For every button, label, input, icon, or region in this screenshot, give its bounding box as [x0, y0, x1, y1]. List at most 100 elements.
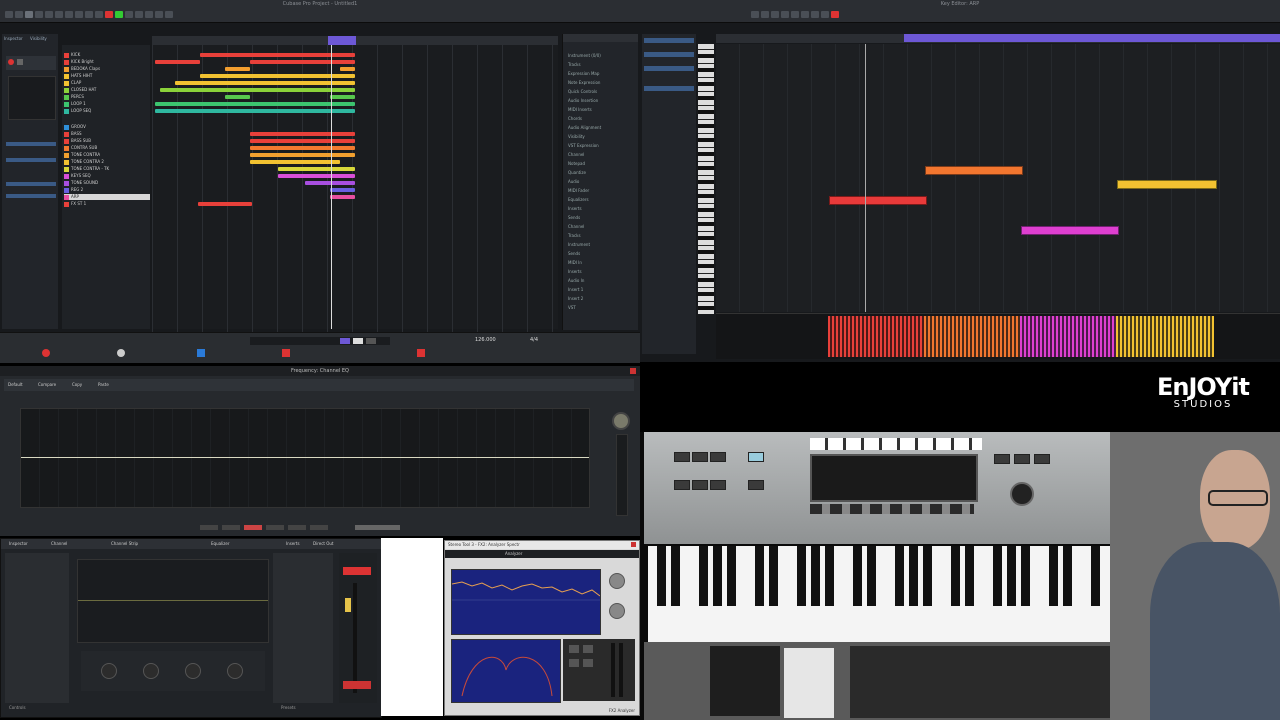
track-14[interactable]: TONE CONTRA [64, 152, 150, 158]
audio-event[interactable] [225, 67, 250, 71]
analyzer-button[interactable] [583, 659, 593, 667]
mute-tool-button[interactable] [85, 11, 93, 18]
undo-button[interactable] [5, 11, 13, 18]
audio-event[interactable] [305, 181, 355, 185]
inserts-column[interactable] [273, 553, 333, 703]
note-grid[interactable] [716, 44, 1280, 312]
track-18[interactable]: TONE SOUND [64, 180, 150, 186]
stereo-scope-display[interactable] [451, 639, 561, 703]
strip-eq-bands[interactable] [81, 651, 265, 691]
velocity-lane[interactable] [716, 313, 1280, 359]
track-9[interactable]: LOOP SEQ [64, 108, 150, 114]
loop-range[interactable] [328, 36, 356, 45]
inspector-item[interactable]: Tracks [568, 232, 581, 239]
record-button[interactable] [831, 11, 839, 18]
redo-button[interactable] [15, 11, 23, 18]
inspector-item[interactable]: Audio [568, 178, 579, 185]
inspector-section-4[interactable] [6, 194, 56, 198]
audio-event[interactable] [155, 60, 200, 64]
audio-event[interactable] [250, 146, 355, 150]
key-editor-playhead[interactable] [865, 44, 866, 312]
key-editor-ruler[interactable] [716, 34, 1280, 43]
close-icon[interactable] [630, 368, 636, 374]
inspector-item[interactable]: Insert 1 [568, 286, 583, 293]
inspector-item[interactable]: VST Expression [568, 142, 599, 149]
analyzer-button[interactable] [583, 645, 593, 653]
signature-display[interactable]: 4/4 [530, 337, 538, 343]
inspector-section-1[interactable] [6, 142, 56, 146]
zoom-tool-button[interactable] [781, 11, 789, 18]
inspector-item[interactable]: Sends [568, 214, 580, 221]
note-ARP-3[interactable] [1021, 226, 1119, 235]
inspector-item[interactable]: Equalizers [568, 196, 589, 203]
band-knob[interactable] [143, 663, 159, 679]
band-knob[interactable] [227, 663, 243, 679]
track-2[interactable]: KICK Bright [64, 59, 150, 65]
track-10[interactable]: GROOV [64, 124, 150, 130]
app-icon[interactable] [417, 349, 425, 357]
track-16[interactable]: TONE CONTRA - TK [64, 166, 150, 172]
mute-tool-button[interactable] [791, 11, 799, 18]
stop-transport-button[interactable] [366, 338, 376, 344]
analyzer-button[interactable] [569, 659, 579, 667]
audio-event[interactable] [155, 109, 355, 113]
velocity-bars-orange[interactable] [924, 316, 1020, 357]
length-button[interactable] [811, 11, 819, 18]
grid-type-button[interactable] [155, 11, 163, 18]
audio-event[interactable] [278, 174, 355, 178]
mute-channel-icon[interactable] [343, 681, 371, 689]
inspector-item[interactable]: Instrument [568, 241, 590, 248]
inspector-item[interactable]: Instrument (0/0) [568, 52, 601, 59]
audio-event[interactable] [278, 167, 355, 171]
note-ARP-1[interactable] [829, 196, 927, 205]
audio-event[interactable] [250, 153, 355, 157]
eq-paste-tab[interactable]: Paste [98, 382, 109, 387]
loop-range[interactable] [904, 34, 1280, 42]
select-tool-button[interactable] [751, 11, 759, 18]
analyzer-knob-1[interactable] [609, 573, 625, 589]
inspector-item[interactable]: MIDI Inserts [568, 106, 592, 113]
eq-band-1-button[interactable] [200, 525, 218, 530]
track-11[interactable]: BASS [64, 131, 150, 137]
app-icon[interactable] [42, 349, 50, 357]
eq-compare-tab[interactable]: Compare [38, 382, 56, 387]
playhead-line[interactable] [331, 45, 332, 329]
inspector-item[interactable]: Expression Map [568, 70, 599, 77]
audio-event[interactable] [340, 67, 355, 71]
audio-event[interactable] [330, 188, 355, 192]
inspector-section[interactable] [644, 52, 694, 57]
track-17[interactable]: KEYS SEQ [64, 173, 150, 179]
select-tool-button[interactable] [25, 11, 33, 18]
analyzer-button[interactable] [569, 645, 579, 653]
eq-curve-display[interactable] [20, 408, 590, 508]
inspector-item[interactable]: Audio In [568, 277, 584, 284]
inspector-item[interactable]: VST [568, 304, 576, 311]
stop-button[interactable] [125, 11, 133, 18]
audio-event[interactable] [198, 202, 252, 206]
inspector-item[interactable]: Quick Controls [568, 88, 597, 95]
audio-event[interactable] [155, 102, 355, 106]
visibility-tab[interactable]: Visibility [30, 36, 47, 41]
inspector-section[interactable] [644, 66, 694, 71]
inspector-item[interactable]: Sends [568, 250, 580, 257]
track-7[interactable]: PERCS [64, 94, 150, 100]
track-1[interactable]: KICK [64, 52, 150, 58]
quantize-button[interactable] [801, 11, 809, 18]
draw-tool-button[interactable] [95, 11, 103, 18]
audio-event[interactable] [330, 95, 355, 99]
inspector-item[interactable]: Chords [568, 115, 582, 122]
fader-handle[interactable] [345, 598, 351, 612]
audio-event[interactable] [330, 195, 355, 199]
cycle-button[interactable] [340, 338, 350, 344]
channel-settings-column[interactable] [5, 553, 69, 703]
inspector-item[interactable]: Visibility [568, 133, 585, 140]
inspector-item[interactable]: Audio Insertion [568, 97, 598, 104]
inspector-section[interactable] [644, 38, 694, 43]
track-4[interactable]: HATS HIHT [64, 73, 150, 79]
analyzer-controls[interactable] [563, 639, 635, 701]
audio-event[interactable] [175, 81, 355, 85]
track-21[interactable]: FX ST 1 [64, 201, 150, 207]
record-enable-icon[interactable] [8, 59, 14, 65]
band-knob[interactable] [101, 663, 117, 679]
inspector-item[interactable]: Tracks [568, 61, 581, 68]
